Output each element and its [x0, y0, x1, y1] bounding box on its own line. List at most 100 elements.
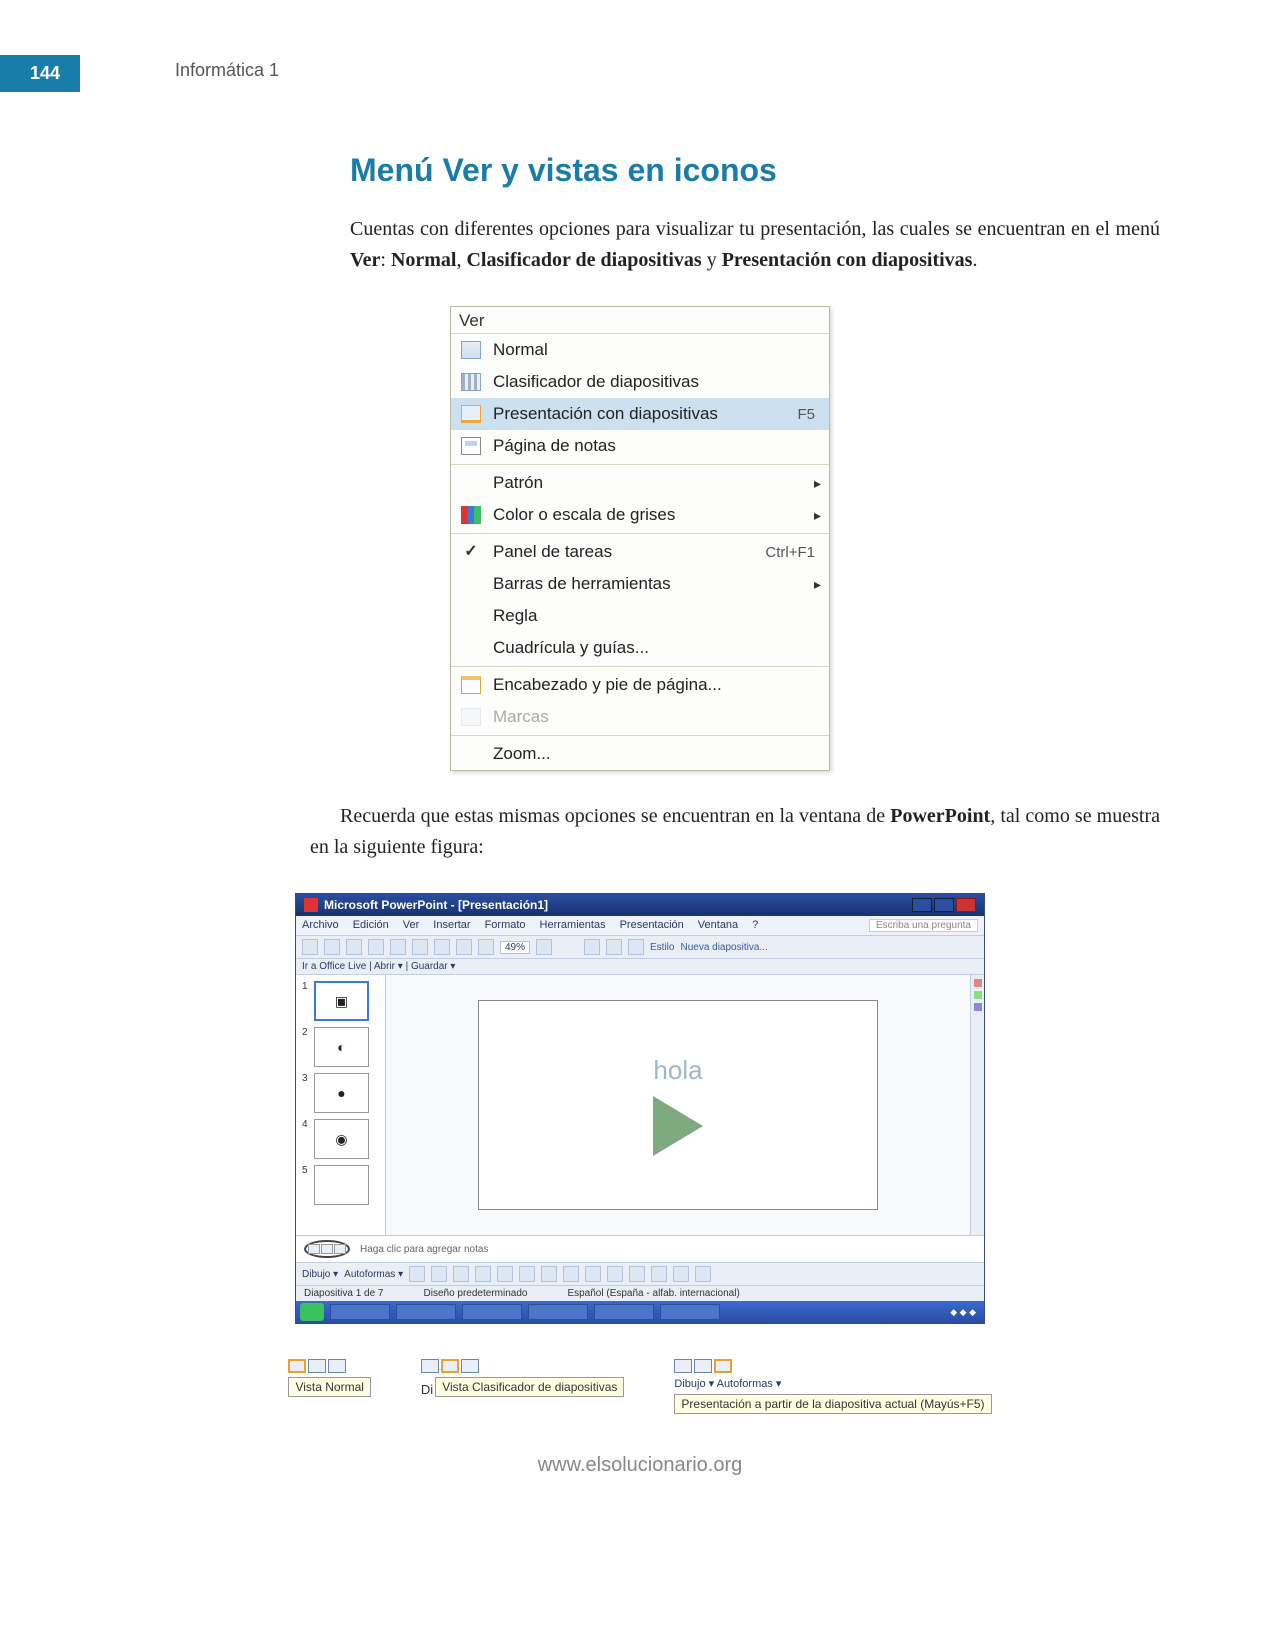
- draw-button[interactable]: [673, 1266, 689, 1282]
- draw-button[interactable]: [431, 1266, 447, 1282]
- draw-button[interactable]: [497, 1266, 513, 1282]
- office-live-link[interactable]: Ir a Office Live | Abrir ▾ | Guardar ▾: [302, 961, 455, 972]
- pp-menu-archivo[interactable]: Archivo: [302, 919, 339, 932]
- draw-button[interactable]: [409, 1266, 425, 1282]
- draw-menu[interactable]: Dibujo ▾: [302, 1269, 338, 1280]
- toolbar-button[interactable]: [606, 939, 622, 955]
- ver-menu-item[interactable]: Encabezado y pie de página...: [451, 669, 829, 701]
- menu-item-label: Normal: [493, 340, 821, 360]
- callout-draw-row: Dibujo ▾ Autoformas ▾: [674, 1377, 781, 1390]
- pp-menu-ver[interactable]: Ver: [403, 919, 420, 932]
- view-normal-icon[interactable]: [421, 1359, 439, 1373]
- pp-menu-edición[interactable]: Edición: [353, 919, 389, 932]
- view-sorter-icon[interactable]: [694, 1359, 712, 1373]
- view-sorter-icon[interactable]: [441, 1359, 459, 1373]
- toolbar-button[interactable]: [536, 939, 552, 955]
- slide-thumbnail[interactable]: ▣: [314, 981, 369, 1021]
- pp-menu-?[interactable]: ?: [752, 919, 758, 932]
- ver-menu-item[interactable]: Patrón▸: [451, 467, 829, 499]
- view-slideshow-icon[interactable]: [328, 1359, 346, 1373]
- ver-menu-item[interactable]: Zoom...: [451, 738, 829, 770]
- system-tray: ◆ ◆ ◆: [950, 1307, 980, 1318]
- taskbar-item[interactable]: [594, 1304, 654, 1320]
- toolbar-button[interactable]: [456, 939, 472, 955]
- ver-menu-item[interactable]: Regla: [451, 600, 829, 632]
- view-sorter-icon[interactable]: [308, 1359, 326, 1373]
- ver-menu-item[interactable]: ✓Panel de tareasCtrl+F1: [451, 536, 829, 568]
- autoshapes-menu[interactable]: Autoformas ▾: [344, 1269, 403, 1280]
- pp-menu-insertar[interactable]: Insertar: [433, 919, 470, 932]
- draw-button[interactable]: [585, 1266, 601, 1282]
- ver-menu-item[interactable]: Normal: [451, 334, 829, 366]
- maximize-button[interactable]: [934, 898, 954, 912]
- view-normal-icon[interactable]: [288, 1359, 306, 1373]
- pp-menu-presentación[interactable]: Presentación: [620, 919, 684, 932]
- slide-text-hola: hola: [653, 1055, 702, 1086]
- menu-item-label: Presentación con diapositivas: [493, 404, 787, 424]
- pp-app-icon: [304, 898, 318, 912]
- toolbar-button[interactable]: [628, 939, 644, 955]
- taskbar-item[interactable]: [528, 1304, 588, 1320]
- toolbar-button[interactable]: [434, 939, 450, 955]
- toolbar-button[interactable]: [478, 939, 494, 955]
- ver-menu-item[interactable]: Barras de herramientas▸: [451, 568, 829, 600]
- pp-menu-ventana[interactable]: Ventana: [698, 919, 738, 932]
- taskbar-item[interactable]: [396, 1304, 456, 1320]
- draw-button[interactable]: [475, 1266, 491, 1282]
- toolbar-estilo-link[interactable]: Estilo: [650, 942, 674, 953]
- slide-thumbnail[interactable]: ◉: [314, 1119, 369, 1159]
- right-scroll-rail[interactable]: [970, 975, 984, 1235]
- ver-menu-item[interactable]: Presentación con diapositivasF5: [451, 398, 829, 430]
- slide-thumbnail[interactable]: [314, 1165, 369, 1205]
- view-sorter-icon[interactable]: [321, 1244, 333, 1254]
- notes-pane[interactable]: Haga clic para agregar notas: [296, 1235, 984, 1262]
- pp-menu-herramientas[interactable]: Herramientas: [540, 919, 606, 932]
- pp-menu-formato[interactable]: Formato: [485, 919, 526, 932]
- draw-button[interactable]: [629, 1266, 645, 1282]
- draw-button[interactable]: [695, 1266, 711, 1282]
- view-normal-icon[interactable]: [308, 1244, 320, 1254]
- menu-item-label: Regla: [493, 606, 821, 626]
- toolbar-button[interactable]: [346, 939, 362, 955]
- ver-menu-item[interactable]: Página de notas: [451, 430, 829, 462]
- ver-menu-item[interactable]: Cuadrícula y guías...: [451, 632, 829, 664]
- close-button[interactable]: [956, 898, 976, 912]
- draw-button[interactable]: [453, 1266, 469, 1282]
- toolbar-button[interactable]: [368, 939, 384, 955]
- menu-item-label: Clasificador de diapositivas: [493, 372, 821, 392]
- slide-canvas[interactable]: hola: [478, 1000, 878, 1210]
- toolbar-button[interactable]: [412, 939, 428, 955]
- draw-button[interactable]: [651, 1266, 667, 1282]
- slide-thumbnail[interactable]: ●: [314, 1073, 369, 1113]
- ver-menu-item[interactable]: Color o escala de grises▸: [451, 499, 829, 531]
- toolbar-new-slide-link[interactable]: Nueva diapositiva...: [680, 942, 767, 953]
- view-slideshow-icon[interactable]: [334, 1244, 346, 1254]
- book-title: Informática 1: [175, 60, 279, 81]
- thumb-number: 2: [302, 1027, 310, 1038]
- ver-menu-item[interactable]: Clasificador de diapositivas: [451, 366, 829, 398]
- pp-secondary-bar: Ir a Office Live | Abrir ▾ | Guardar ▾: [296, 959, 984, 975]
- view-slideshow-icon[interactable]: [461, 1359, 479, 1373]
- toolbar-button[interactable]: [302, 939, 318, 955]
- callout-vista-clasificador: Di Vista Clasificador de diapositivas: [421, 1359, 624, 1414]
- taskbar-item[interactable]: [462, 1304, 522, 1320]
- taskbar-item[interactable]: [660, 1304, 720, 1320]
- taskbar-item[interactable]: [330, 1304, 390, 1320]
- toolbar-button[interactable]: [324, 939, 340, 955]
- draw-button[interactable]: [541, 1266, 557, 1282]
- toolbar-button[interactable]: [390, 939, 406, 955]
- slide-thumbnails-pane[interactable]: 1▣2◐3●4◉5: [296, 975, 386, 1235]
- slide-thumbnail[interactable]: ◐: [314, 1027, 369, 1067]
- draw-button[interactable]: [563, 1266, 579, 1282]
- draw-button[interactable]: [607, 1266, 623, 1282]
- draw-button[interactable]: [519, 1266, 535, 1282]
- view-normal-icon[interactable]: [674, 1359, 692, 1373]
- start-button[interactable]: [300, 1303, 324, 1321]
- zoom-combo[interactable]: 49%: [500, 941, 530, 954]
- toolbar-button[interactable]: [584, 939, 600, 955]
- ask-question-box[interactable]: Escriba una pregunta: [869, 919, 978, 932]
- submenu-arrow-icon: ▸: [814, 576, 821, 593]
- minimize-button[interactable]: [912, 898, 932, 912]
- page-number-tab: 144: [0, 55, 80, 92]
- view-slideshow-icon[interactable]: [714, 1359, 732, 1373]
